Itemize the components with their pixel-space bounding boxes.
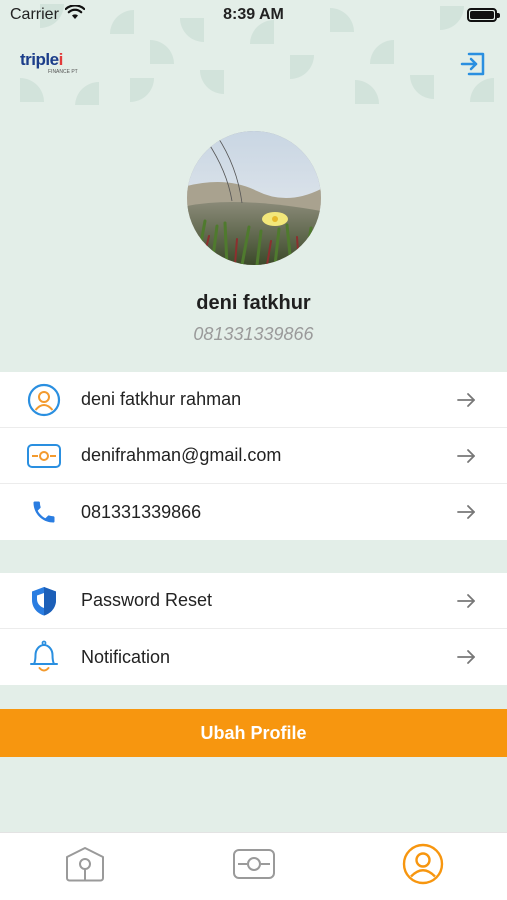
phone-icon	[26, 494, 62, 530]
logo-subtext: FINANCE PT	[48, 69, 78, 75]
profile-icon	[402, 843, 444, 890]
wifi-icon	[64, 4, 86, 25]
arrow-right-icon	[455, 445, 477, 467]
list-item-email[interactable]: denifrahman@gmail.com	[0, 428, 507, 484]
arrow-right-icon	[455, 389, 477, 411]
logout-icon	[459, 50, 487, 83]
id-card-icon	[26, 438, 62, 474]
settings-list: Password Reset Notification	[0, 573, 507, 685]
profile-name: deni fatkhur	[196, 292, 311, 314]
list-item-fullname[interactable]: deni fatkhur rahman	[0, 372, 507, 428]
company-logo: triplei FINANCE PT	[20, 50, 78, 75]
nav-home[interactable]	[55, 837, 115, 897]
bell-icon	[26, 639, 62, 675]
logout-button[interactable]	[459, 52, 487, 80]
status-bar: Carrier 8:39 AM	[0, 0, 507, 30]
carrier-label: Carrier	[10, 6, 59, 23]
profile-phone: 081331339866	[193, 324, 314, 344]
home-icon	[64, 845, 106, 888]
shield-icon	[26, 583, 62, 619]
list-item-label: deni fatkhur rahman	[81, 389, 242, 409]
list-item-label: 081331339866	[81, 501, 202, 522]
arrow-right-icon	[455, 501, 477, 523]
edit-profile-button[interactable]: Ubah Profile	[0, 709, 507, 757]
list-item-notification[interactable]: Notification	[0, 629, 507, 685]
list-item-label: Notification	[81, 646, 171, 667]
list-item-label: Password Reset	[81, 590, 213, 610]
list-item-label: denifrahman@gmail.com	[81, 445, 282, 465]
battery-icon	[467, 8, 500, 22]
bottom-nav	[0, 832, 507, 900]
avatar[interactable]	[187, 131, 321, 265]
arrow-right-icon	[455, 646, 477, 668]
card-icon	[232, 848, 276, 885]
list-item-phone[interactable]: 081331339866	[0, 484, 507, 540]
account-info-list: deni fatkhur rahman denifrahman@gmail.co…	[0, 372, 507, 540]
person-icon	[26, 382, 62, 418]
list-item-password-reset[interactable]: Password Reset	[0, 573, 507, 629]
arrow-right-icon	[455, 590, 477, 612]
nav-profile[interactable]	[393, 837, 453, 897]
logo-text: triple	[20, 50, 59, 69]
logo-accent: i	[58, 50, 64, 69]
nav-card[interactable]	[224, 837, 284, 897]
